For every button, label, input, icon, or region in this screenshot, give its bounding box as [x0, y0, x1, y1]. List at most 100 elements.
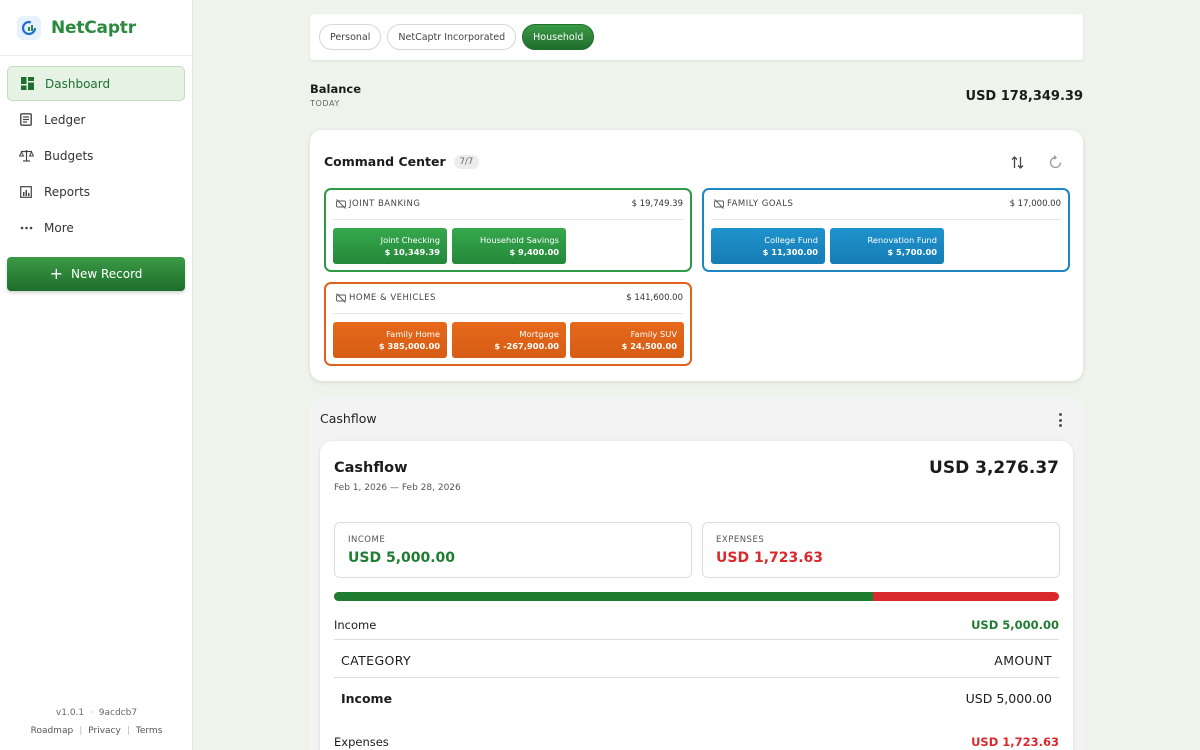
tab-household[interactable]: Household	[522, 24, 595, 50]
table-row: Income USD 5,000.00	[341, 691, 1052, 706]
brand-name: NetCaptr	[51, 17, 136, 38]
sidebar-item-label: Budgets	[44, 148, 94, 163]
tab-personal[interactable]: Personal	[319, 24, 382, 50]
group-total: $ 17,000.00	[1009, 199, 1061, 209]
account-tile[interactable]: Renovation Fund $ 5,700.00	[830, 228, 944, 264]
category-table-header: CATEGORY AMOUNT	[341, 653, 1052, 668]
sidebar-item-budgets[interactable]: Budgets	[7, 138, 185, 173]
income-row-label: Income	[334, 618, 377, 632]
account-name: Family SUV	[630, 329, 677, 339]
more-dots-icon	[18, 220, 34, 236]
cashflow-total: USD 3,276.37	[929, 458, 1059, 478]
balance-sub: TODAY	[310, 99, 340, 108]
hidden-eye-icon[interactable]	[336, 199, 346, 209]
income-expense-bar	[334, 592, 1059, 601]
version-sep: ·	[90, 708, 93, 718]
expenses-row-value: USD 1,723.63	[971, 735, 1059, 749]
account-amount: $ 385,000.00	[378, 340, 440, 351]
account-tile[interactable]: College Fund $ 11,300.00	[711, 228, 825, 264]
sidebar-item-dashboard[interactable]: Dashboard	[7, 66, 185, 101]
account-amount: $ 11,300.00	[762, 246, 818, 257]
kebab-menu-icon[interactable]	[1057, 413, 1063, 427]
account-name: Household Savings	[480, 235, 559, 245]
group-name: FAMILY GOALS	[727, 199, 794, 209]
expenses-label: EXPENSES	[716, 535, 765, 545]
expenses-stat: EXPENSES USD 1,723.63	[702, 522, 1060, 578]
income-row[interactable]: Income USD 5,000.00	[334, 618, 1059, 632]
account-amount: $ 9,400.00	[509, 246, 559, 257]
sidebar: NetCaptr Dashboard Ledger Budgets Report…	[0, 0, 193, 750]
workspace-tabs: Personal NetCaptr Incorporated Household	[310, 14, 1083, 60]
version-info: v1.0.1 · 9acdcb7	[0, 708, 193, 718]
group-home-vehicles[interactable]: HOME & VEHICLES $ 141,600.00 Family Home…	[324, 282, 692, 366]
account-amount: $ -267,900.00	[494, 340, 559, 351]
command-center-title: Command Center 7/7	[324, 154, 480, 169]
cashflow-section: Cashflow Cashflow Feb 1, 2026 — Feb 28, …	[310, 397, 1083, 750]
ledger-icon	[18, 112, 34, 128]
chart-icon	[18, 184, 34, 200]
privacy-link[interactable]: Privacy	[88, 726, 121, 736]
command-center-card: Command Center 7/7 JOINT BANKING $ 19,74…	[310, 130, 1083, 381]
account-tile[interactable]: Household Savings $ 9,400.00	[452, 228, 566, 264]
account-tile[interactable]: Family Home $ 385,000.00	[333, 322, 447, 358]
dashboard-icon	[19, 76, 35, 92]
account-amount: $ 10,349.39	[384, 246, 440, 257]
hidden-eye-icon[interactable]	[714, 199, 724, 209]
income-row-value: USD 5,000.00	[971, 618, 1059, 632]
tab-netcaptr-incorporated[interactable]: NetCaptr Incorporated	[387, 24, 517, 50]
new-record-button[interactable]: + New Record	[7, 257, 185, 291]
group-family-goals[interactable]: FAMILY GOALS $ 17,000.00 College Fund $ …	[702, 188, 1070, 272]
expenses-row[interactable]: Expenses USD 1,723.63	[334, 735, 1059, 749]
account-tile[interactable]: Mortgage $ -267,900.00	[452, 322, 566, 358]
version: v1.0.1	[55, 708, 85, 718]
account-name: Joint Checking	[380, 235, 440, 245]
amount-column-header: AMOUNT	[994, 653, 1052, 668]
new-record-label: New Record	[70, 267, 143, 281]
account-name: College Fund	[764, 235, 818, 245]
group-joint-banking[interactable]: JOINT BANKING $ 19,749.39 Joint Checking…	[324, 188, 692, 272]
sidebar-nav: Dashboard Ledger Budgets Reports More	[0, 56, 192, 245]
balance-label: Balance	[310, 82, 362, 96]
income-value: USD 5,000.00	[348, 550, 456, 566]
commit-hash: 9acdcb7	[98, 708, 138, 718]
command-center-count: 7/7	[453, 154, 480, 169]
roadmap-link[interactable]: Roadmap	[31, 726, 74, 736]
sidebar-item-label: More	[44, 220, 74, 235]
group-name: HOME & VEHICLES	[349, 293, 436, 303]
account-name: Mortgage	[519, 329, 559, 339]
refresh-icon[interactable]	[1047, 154, 1063, 170]
account-amount: $ 24,500.00	[621, 340, 677, 351]
group-total: $ 19,749.39	[631, 199, 683, 209]
account-name: Family Home	[386, 329, 440, 339]
sidebar-item-label: Reports	[44, 184, 91, 199]
income-label: INCOME	[348, 535, 386, 545]
account-name: Renovation Fund	[867, 235, 937, 245]
income-bar-fill	[334, 592, 874, 601]
cashflow-section-title: Cashflow	[320, 411, 377, 426]
account-tile[interactable]: Joint Checking $ 10,349.39	[333, 228, 447, 264]
footer-links: Roadmap | Privacy | Terms	[30, 726, 163, 736]
account-amount: $ 5,700.00	[887, 246, 937, 257]
cashflow-card: Cashflow Feb 1, 2026 — Feb 28, 2026 USD …	[320, 441, 1073, 750]
account-tile[interactable]: Family SUV $ 24,500.00	[570, 322, 684, 358]
brand[interactable]: NetCaptr	[0, 0, 192, 56]
expenses-row-label: Expenses	[334, 735, 389, 749]
sidebar-item-label: Ledger	[44, 112, 86, 127]
terms-link[interactable]: Terms	[136, 726, 163, 736]
netcaptr-logo-icon	[17, 15, 41, 40]
cashflow-title: Cashflow	[334, 460, 408, 476]
cashflow-date-range: Feb 1, 2026 — Feb 28, 2026	[334, 483, 461, 493]
balance-value: USD 178,349.39	[965, 89, 1083, 104]
sidebar-item-reports[interactable]: Reports	[7, 174, 185, 209]
group-name: JOINT BANKING	[349, 199, 421, 209]
sort-icon[interactable]	[1009, 154, 1025, 170]
command-center-title-text: Command Center	[324, 154, 446, 169]
sidebar-item-more[interactable]: More	[7, 210, 185, 245]
plus-icon: +	[49, 264, 63, 283]
sidebar-item-ledger[interactable]: Ledger	[7, 102, 185, 137]
income-stat: INCOME USD 5,000.00	[334, 522, 692, 578]
hidden-eye-icon[interactable]	[336, 293, 346, 303]
scale-icon	[18, 148, 34, 164]
category-column-header: CATEGORY	[341, 653, 412, 668]
category-name: Income	[341, 691, 393, 706]
